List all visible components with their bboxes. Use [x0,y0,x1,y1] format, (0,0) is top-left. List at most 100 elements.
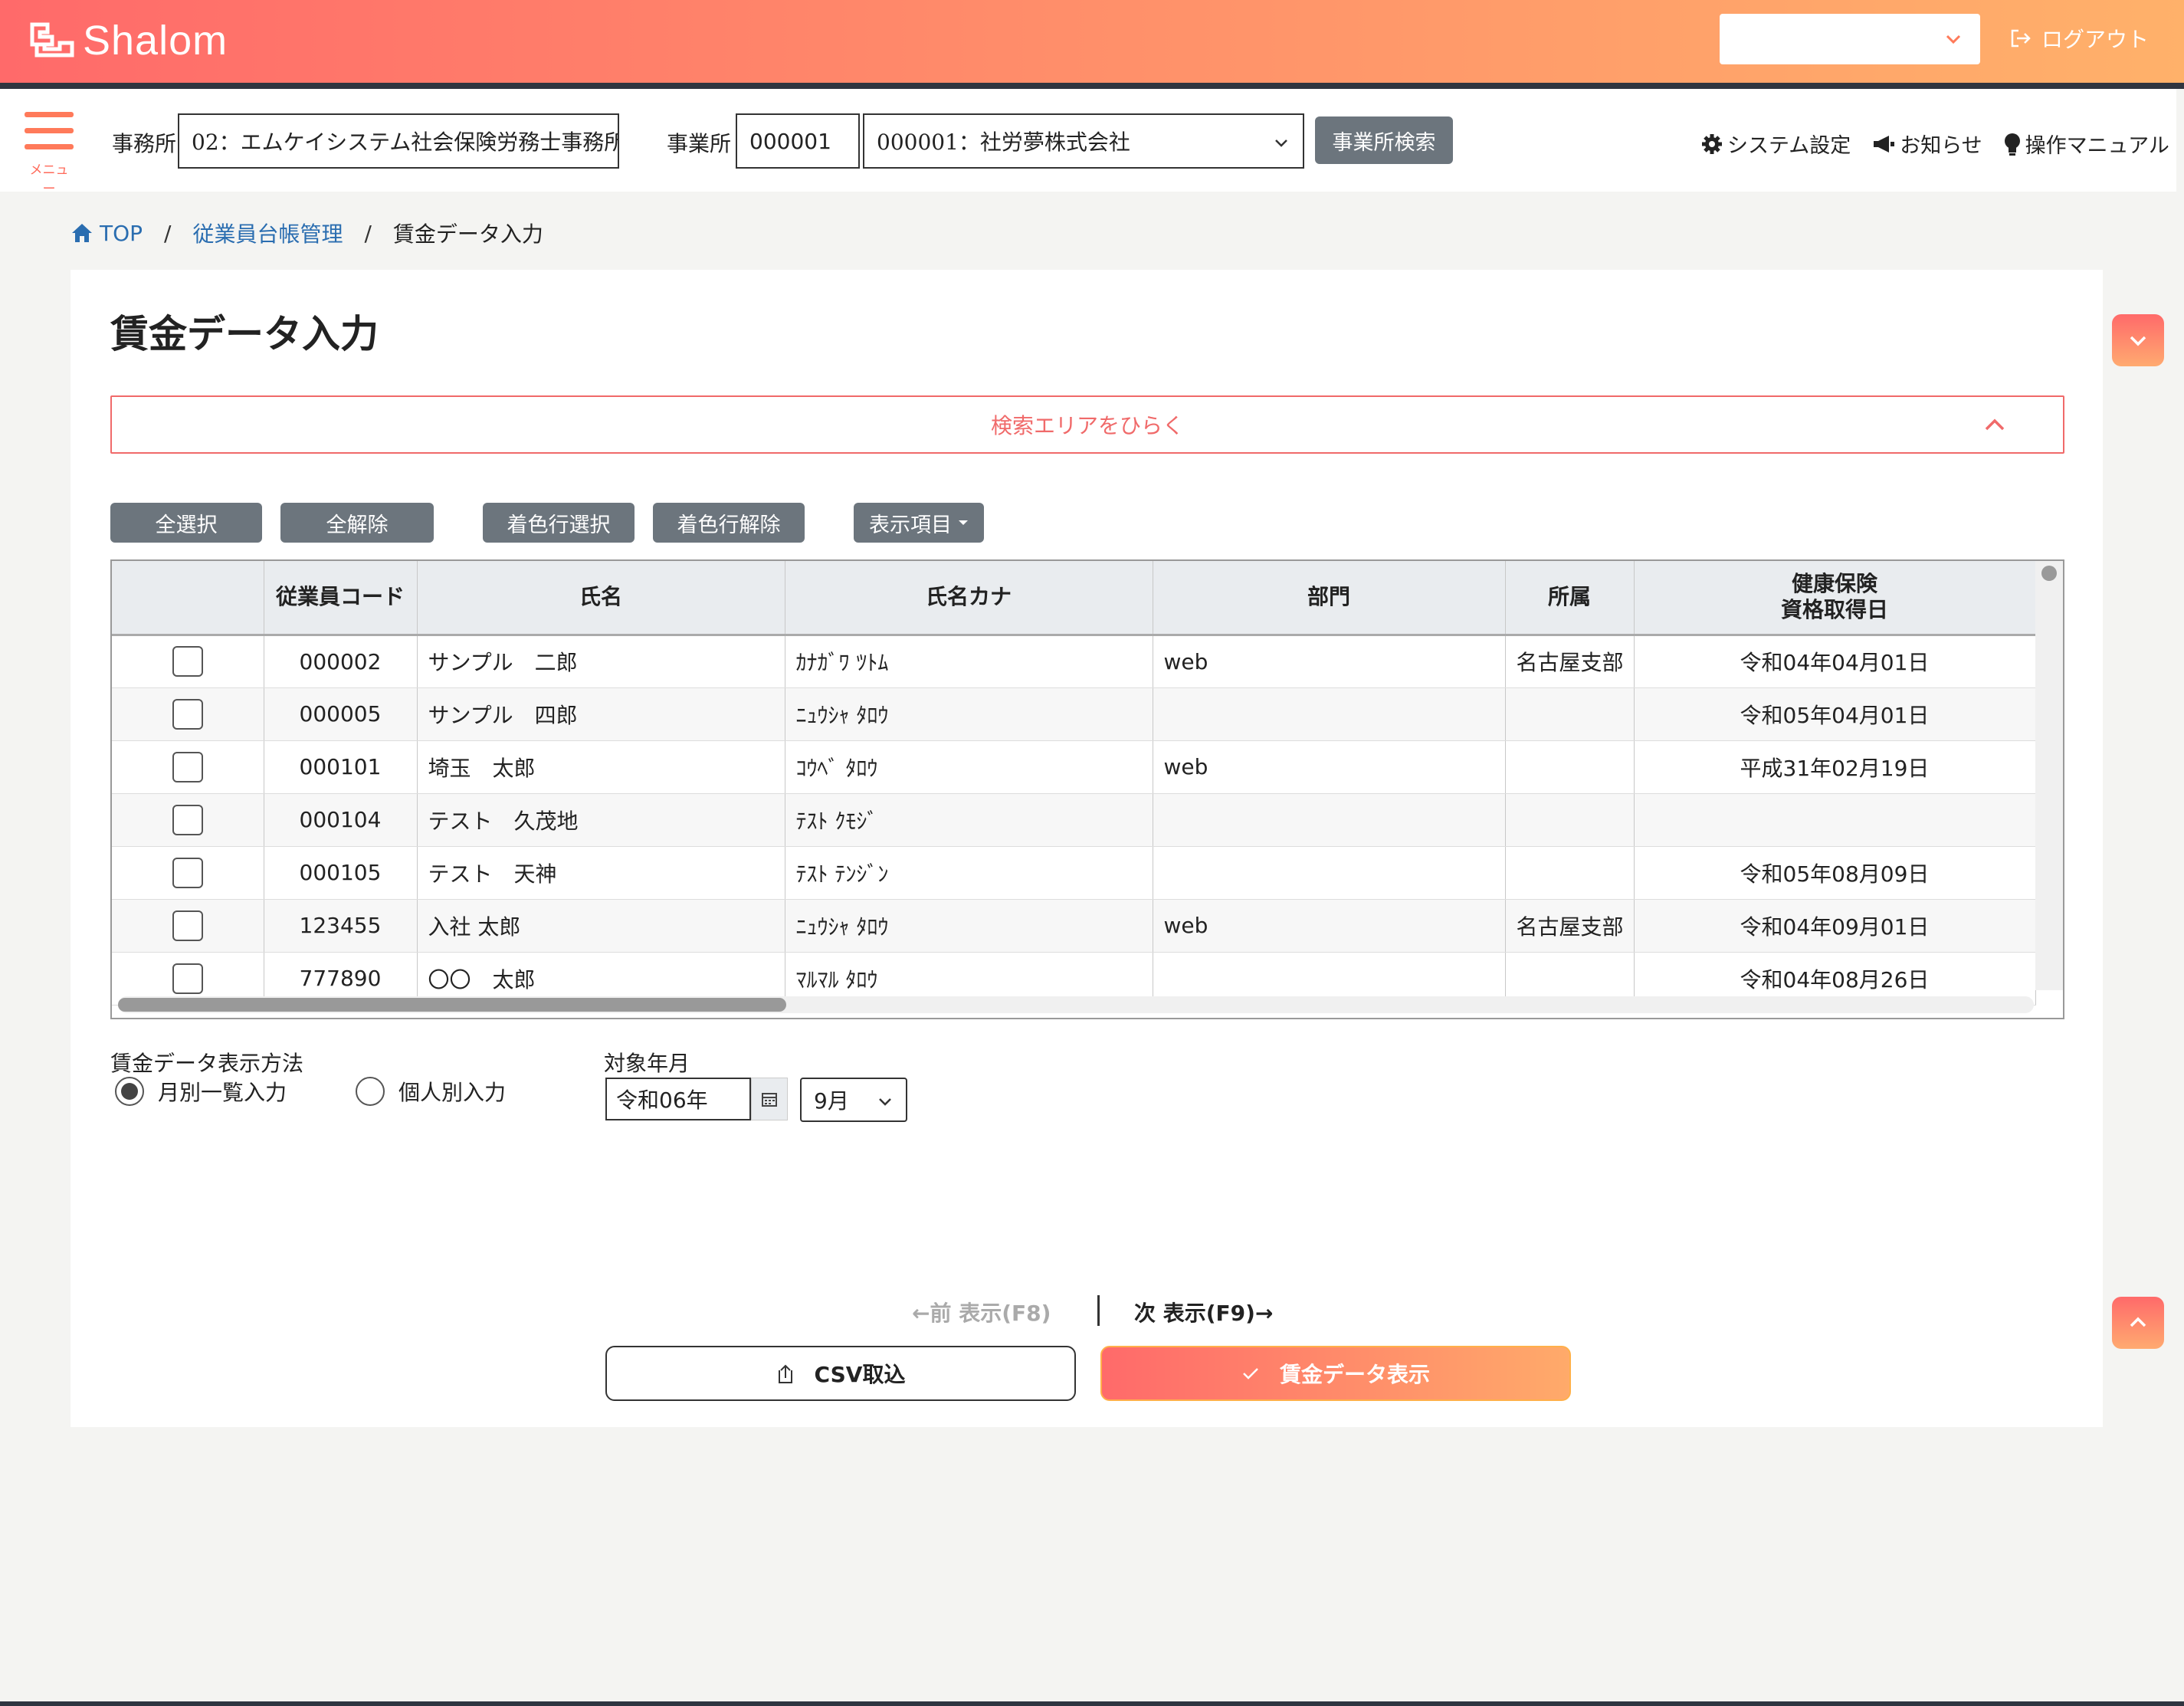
col-header-affiliation[interactable]: 所属 [1505,561,1635,636]
row-checkbox[interactable] [172,646,203,677]
radio-button[interactable] [115,1077,144,1106]
logout-button[interactable]: ログアウト [2009,23,2149,54]
radio-individual[interactable]: 個人別入力 [356,1076,506,1107]
cell-affiliation: 名古屋支部 [1505,899,1635,953]
site-select[interactable]: 000001：社労夢株式会社 [863,113,1304,169]
cell-name: サンプル 四郎 [417,687,785,741]
caret-down-icon [959,520,968,525]
row-checkbox[interactable] [172,804,203,835]
notices-label: お知らせ [1900,134,1982,158]
brand-logo[interactable]: Shalom [29,17,228,64]
scroll-up-button[interactable] [2112,1297,2164,1349]
site-select-value: 000001：社労夢株式会社 [877,130,1130,155]
lightbulb-icon [2004,133,2020,156]
table-row[interactable]: 000005 サンプル 四郎 ﾆｭｳｼｬ ﾀﾛｳ 令和05年04月01日 [112,687,2036,741]
system-settings-link[interactable]: システム設定 [1701,129,1851,159]
cell-code: 123455 [264,899,418,953]
next-page-button[interactable]: 次 表示(F9)→ [1134,1297,1273,1327]
cell-name: テスト 久茂地 [417,793,785,847]
table-horizontal-scrollbar[interactable] [118,996,2034,1013]
scroll-down-button[interactable] [2112,314,2164,366]
table-vertical-scrollbar[interactable] [2035,561,2063,990]
menu-button[interactable]: メニュー [25,112,74,197]
row-checkbox[interactable] [172,751,203,782]
table-row[interactable]: 000101 埼玉 太郎 ｺｳﾍﾞ ﾀﾛｳ web 平成31年02月19日 [112,740,2036,794]
check-icon [1243,1368,1258,1380]
hamburger-icon-bar [25,128,74,133]
site-code-input[interactable]: 000001 [736,113,860,169]
select-colored-rows-button[interactable]: 着色行選択 [483,503,635,543]
table-row[interactable]: 123455 入社 太郎 ﾆｭｳｼｬ ﾀﾛｳ web 名古屋支部 令和04年09… [112,899,2036,953]
row-checkbox[interactable] [172,910,203,941]
radio-button[interactable] [356,1077,385,1106]
deselect-all-button[interactable]: 全解除 [280,503,434,543]
hamburger-icon-bar [25,144,74,149]
top-dropdown[interactable] [1720,14,1980,64]
breadcrumb-current: 賃金データ入力 [392,221,543,247]
show-wage-data-button[interactable]: 賃金データ表示 [1100,1346,1571,1401]
chevron-down-icon [1946,34,1961,44]
col-header-kana[interactable]: 氏名カナ [785,561,1153,636]
month-select-value: 9月 [814,1088,849,1114]
table-row[interactable]: 000104 テスト 久茂地 ﾃｽﾄ ｸﾓｼﾞ [112,793,2036,847]
brand-name: Shalom [83,18,228,64]
cell-hi-date: 令和04年04月01日 [1634,635,2036,688]
breadcrumb-top-label: TOP [100,220,143,246]
office-field[interactable]: 02：エムケイシステム社会保険労務士事務所 [178,113,619,169]
calendar-button[interactable] [751,1078,788,1120]
display-method-label: 賃金データ表示方法 [110,1051,304,1076]
row-checkbox[interactable] [172,857,203,888]
logout-icon [2011,29,2031,48]
header-divider [0,83,2184,89]
cell-hi-date: 令和05年04月01日 [1634,687,2036,741]
cell-kana: ｺｳﾍﾞ ﾀﾛｳ [785,740,1153,794]
row-select-cell [112,793,264,847]
search-area-toggle[interactable]: 検索エリアをひらく [110,395,2064,454]
manual-link[interactable]: 操作マニュアル [2004,129,2169,159]
cell-kana: ﾆｭｳｼｬ ﾀﾛｳ [785,687,1153,741]
site-search-button[interactable]: 事業所検索 [1315,116,1453,164]
col-header-hi-line2: 資格取得日 [1780,597,1888,623]
display-items-label: 表示項目 [869,513,952,537]
col-header-dept[interactable]: 部門 [1153,561,1506,636]
month-select[interactable]: 9月 [800,1078,907,1122]
manual-label: 操作マニュアル [2025,134,2169,158]
select-all-button[interactable]: 全選択 [110,503,262,543]
cell-name: 埼玉 太郎 [417,740,785,794]
col-header-select [112,561,264,636]
radio-monthly-label: 月別一覧入力 [158,1080,287,1105]
prev-page-button[interactable]: ←前 表示(F8) [912,1297,1051,1327]
cell-dept: web [1153,740,1506,794]
deselect-colored-rows-button[interactable]: 着色行解除 [653,503,805,543]
breadcrumb: TOP / 従業員台帳管理 / 賃金データ入力 [71,218,543,248]
table-row[interactable]: 000002 サンプル 二郎 ｶﾅｶﾞﾜ ﾂﾄﾑ web 名古屋支部 令和04年… [112,635,2036,688]
chevron-up-icon [1985,418,2005,431]
scroll-thumb[interactable] [2041,566,2057,581]
footer-line [0,1701,2184,1706]
csv-import-button[interactable]: CSV取込 [605,1346,1076,1401]
page-title: 賃金データ入力 [110,312,379,356]
radio-monthly[interactable]: 月別一覧入力 [115,1076,287,1107]
notices-link[interactable]: お知らせ [1872,129,1982,159]
col-header-name[interactable]: 氏名 [417,561,785,636]
year-input[interactable]: 令和06年 [605,1078,751,1120]
cell-code: 000005 [264,687,418,741]
employee-table: 従業員コード 氏名 氏名カナ 部門 所属 健康保険 資格取得日 000002 サン… [110,559,2064,1019]
cell-name: サンプル 二郎 [417,635,785,688]
col-header-hi-date[interactable]: 健康保険 資格取得日 [1634,561,2036,636]
cell-dept [1153,793,1506,847]
breadcrumb-employee-ledger[interactable]: 従業員台帳管理 [192,218,343,248]
cell-kana: ﾃｽﾄ ﾃﾝｼﾞﾝ [785,846,1153,900]
display-items-dropdown[interactable]: 表示項目 [854,503,984,543]
row-checkbox[interactable] [172,963,203,994]
table-row[interactable]: 000105 テスト 天神 ﾃｽﾄ ﾃﾝｼﾞﾝ 令和05年08月09日 [112,846,2036,900]
col-header-code[interactable]: 従業員コード [264,561,418,636]
brand-logo-icon [30,22,74,57]
gear-icon [1702,133,1722,154]
row-select-cell [112,846,264,900]
row-checkbox[interactable] [172,698,203,730]
csv-import-label: CSV取込 [814,1362,906,1387]
cell-kana: ｶﾅｶﾞﾜ ﾂﾄﾑ [785,635,1153,688]
breadcrumb-top[interactable]: TOP [71,221,143,246]
scroll-thumb[interactable] [118,998,786,1012]
